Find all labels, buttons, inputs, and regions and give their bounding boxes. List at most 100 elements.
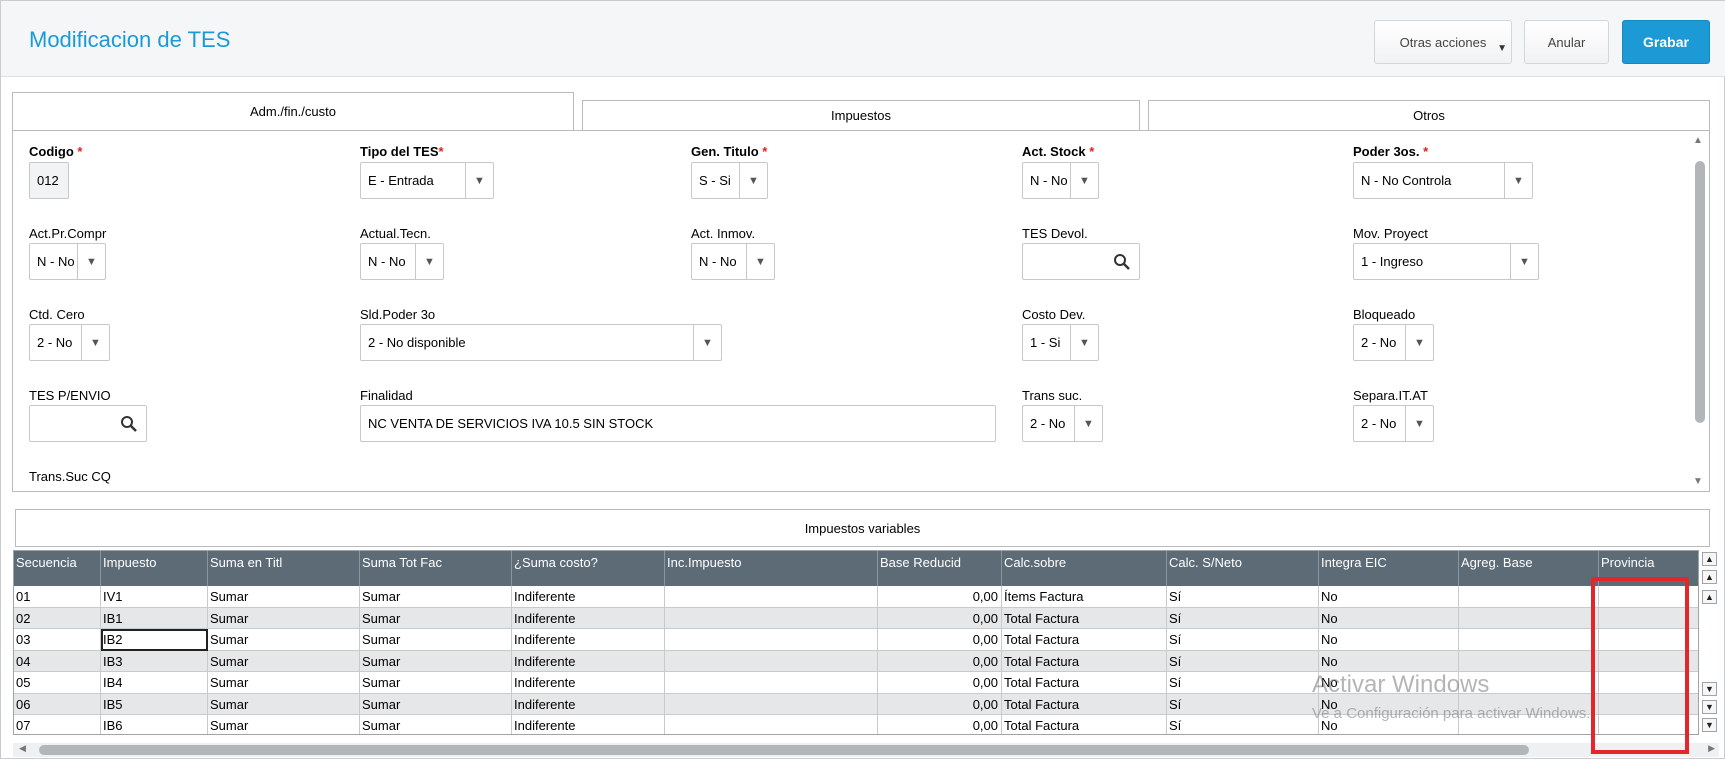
anular-button[interactable]: Anular [1524, 20, 1609, 64]
table-cell[interactable]: Sumar [360, 607, 512, 629]
scroll-thumb[interactable] [1695, 161, 1705, 423]
table-cell[interactable] [1459, 672, 1599, 694]
table-cell[interactable] [665, 607, 878, 629]
column-header[interactable]: Suma Tot Fac [360, 551, 512, 586]
search-icon[interactable] [120, 415, 138, 433]
table-cell[interactable]: 0,00 [878, 715, 1002, 734]
actual-tecn-select[interactable]: N - No ▼ [360, 243, 444, 280]
table-cell[interactable]: Sumar [208, 607, 360, 629]
table-cell[interactable]: IB6 [101, 715, 208, 734]
trans-suc-select[interactable]: 2 - No ▼ [1022, 405, 1103, 442]
table-cell[interactable]: Sumar [360, 629, 512, 651]
table-cell[interactable]: Sí [1167, 715, 1319, 734]
table-cell[interactable] [665, 693, 878, 715]
table-row[interactable]: 07 IB6 Sumar Sumar Indiferente 0,00 Total Fact… [14, 715, 1698, 734]
table-cell[interactable]: Total Factura [1002, 629, 1167, 651]
table-cell[interactable]: Sumar [360, 586, 512, 608]
act-stock-select[interactable]: N - No ▼ [1022, 162, 1099, 199]
table-cell[interactable]: 0,00 [878, 672, 1002, 694]
act-inmov-select[interactable]: N - No ▼ [691, 243, 775, 280]
table-cell[interactable]: No [1319, 629, 1459, 651]
table-cell[interactable]: Sí [1167, 672, 1319, 694]
table-cell[interactable]: IB4 [101, 672, 208, 694]
scroll-down-icon[interactable]: ▼ [1693, 476, 1703, 487]
table-row[interactable]: 02 IB1 Sumar Sumar Indiferente 0,00 Total Fact… [14, 607, 1698, 629]
table-cell[interactable]: Indiferente [512, 607, 665, 629]
table-cell[interactable]: Indiferente [512, 586, 665, 608]
table-cell[interactable]: IB1 [101, 607, 208, 629]
search-icon[interactable] [1113, 253, 1131, 271]
tab-impuestos[interactable]: Impuestos [582, 100, 1140, 131]
table-cell[interactable]: Ítems Factura [1002, 586, 1167, 608]
table-cell[interactable]: Total Factura [1002, 650, 1167, 672]
scroll-up-icon[interactable]: ▲ [1693, 135, 1703, 146]
form-vertical-scrollbar[interactable]: ▲ ▼ [1691, 135, 1707, 487]
tab-otros[interactable]: Otros [1148, 100, 1710, 131]
table-cell[interactable] [665, 629, 878, 651]
gen-titulo-select[interactable]: S - Si ▼ [691, 162, 768, 199]
table-cell[interactable]: Sumar [360, 715, 512, 734]
column-header[interactable]: Calc. S/Neto [1167, 551, 1319, 586]
scroll-thumb[interactable] [39, 745, 1529, 755]
table-cell[interactable]: 04 [14, 650, 101, 672]
mov-proyect-select[interactable]: 1 - Ingreso ▼ [1353, 243, 1539, 280]
tipo-tes-select[interactable]: E - Entrada ▼ [360, 162, 494, 199]
table-row[interactable]: 04 IB3 Sumar Sumar Indiferente 0,00 Total Fact… [14, 650, 1698, 672]
table-cell[interactable] [1459, 650, 1599, 672]
table-cell[interactable]: 07 [14, 715, 101, 734]
column-header[interactable]: Calc.sobre [1002, 551, 1167, 586]
sld-poder-3o-select[interactable]: 2 - No disponible ▼ [360, 324, 722, 361]
table-cell[interactable]: Sumar [208, 672, 360, 694]
tab-adm-fin-custo[interactable]: Adm./fin./custo [12, 92, 574, 130]
table-row[interactable]: 06 IB5 Sumar Sumar Indiferente 0,00 Total Fact… [14, 693, 1698, 715]
table-cell[interactable]: IB3 [101, 650, 208, 672]
table-cell[interactable]: Total Factura [1002, 715, 1167, 734]
tes-devol-input[interactable] [1022, 243, 1140, 280]
table-cell[interactable]: Indiferente [512, 715, 665, 734]
table-cell[interactable]: 05 [14, 672, 101, 694]
scroll-down-icon[interactable]: ▼ [1702, 682, 1717, 696]
scroll-top-icon[interactable]: ▲ [1702, 552, 1717, 566]
column-header[interactable]: Inc.Impuesto [665, 551, 878, 586]
finalidad-input[interactable]: NC VENTA DE SERVICIOS IVA 10.5 SIN STOCK [360, 405, 996, 442]
table-cell[interactable]: Total Factura [1002, 693, 1167, 715]
table-cell[interactable]: No [1319, 586, 1459, 608]
table-cell[interactable]: 02 [14, 607, 101, 629]
table-cell[interactable]: Sumar [208, 586, 360, 608]
separa-it-at-select[interactable]: 2 - No ▼ [1353, 405, 1434, 442]
table-cell[interactable]: Sumar [208, 629, 360, 651]
table-cell[interactable]: Sumar [208, 693, 360, 715]
column-header[interactable]: Agreg. Base [1459, 551, 1599, 586]
table-cell[interactable]: Sí [1167, 693, 1319, 715]
table-cell[interactable]: IB2 [101, 629, 208, 651]
table-cell[interactable] [1459, 629, 1599, 651]
table-cell[interactable] [665, 650, 878, 672]
table-cell[interactable]: Sí [1167, 586, 1319, 608]
tes-p-envio-input[interactable] [29, 405, 147, 442]
table-cell[interactable]: No [1319, 693, 1459, 715]
table-cell[interactable]: 01 [14, 586, 101, 608]
costo-dev-select[interactable]: 1 - Si ▼ [1022, 324, 1099, 361]
table-cell[interactable] [1459, 715, 1599, 734]
act-pr-compr-select[interactable]: N - No ▼ [29, 243, 106, 280]
grid-horizontal-scrollbar[interactable]: ◀ ▶ [13, 743, 1719, 757]
table-cell[interactable]: 0,00 [878, 693, 1002, 715]
table-cell[interactable] [665, 715, 878, 734]
table-cell[interactable]: Total Factura [1002, 672, 1167, 694]
table-cell[interactable]: Indiferente [512, 693, 665, 715]
grabar-button[interactable]: Grabar [1622, 20, 1710, 64]
scroll-right-icon[interactable]: ▶ [1708, 743, 1715, 754]
table-cell[interactable]: Sumar [208, 715, 360, 734]
table-cell[interactable]: No [1319, 672, 1459, 694]
table-cell[interactable] [665, 586, 878, 608]
table-cell[interactable]: Sí [1167, 650, 1319, 672]
table-cell[interactable]: 0,00 [878, 629, 1002, 651]
scroll-page-up-icon[interactable]: ▲ [1702, 570, 1717, 584]
ctd-cero-select[interactable]: 2 - No ▼ [29, 324, 110, 361]
scroll-left-icon[interactable]: ◀ [19, 743, 26, 754]
scroll-up-icon[interactable]: ▲ [1702, 590, 1717, 604]
column-header[interactable]: Integra EIC [1319, 551, 1459, 586]
table-cell[interactable]: IB5 [101, 693, 208, 715]
table-cell[interactable] [1459, 586, 1599, 608]
table-cell[interactable]: Indiferente [512, 672, 665, 694]
